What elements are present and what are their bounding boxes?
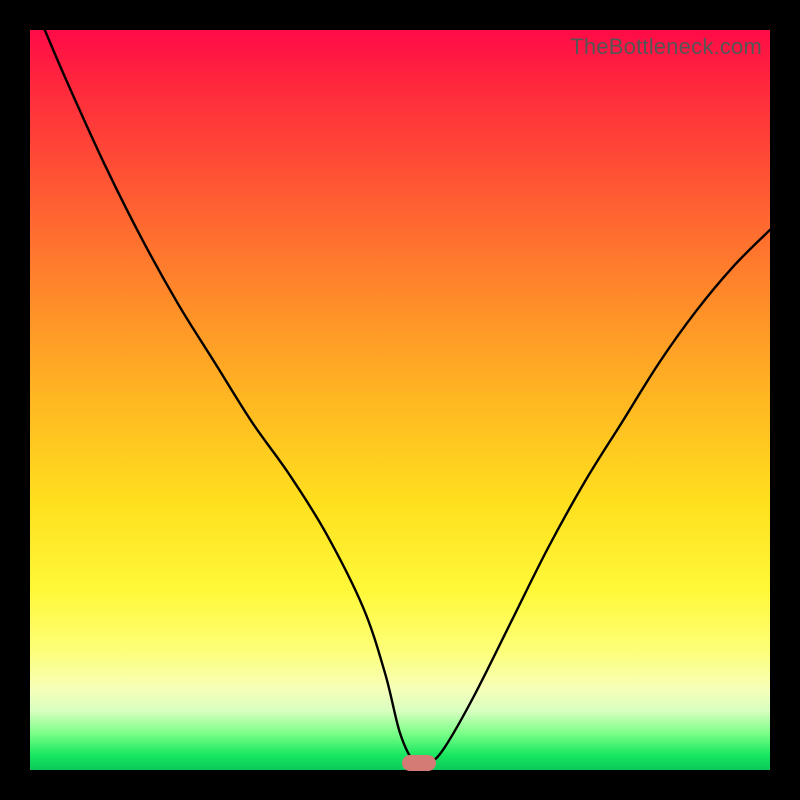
plot-area: TheBottleneck.com [30,30,770,770]
chart-frame: TheBottleneck.com [0,0,800,800]
optimal-point-marker [402,755,436,771]
bottleneck-curve [30,30,770,770]
curve-path [45,30,770,765]
